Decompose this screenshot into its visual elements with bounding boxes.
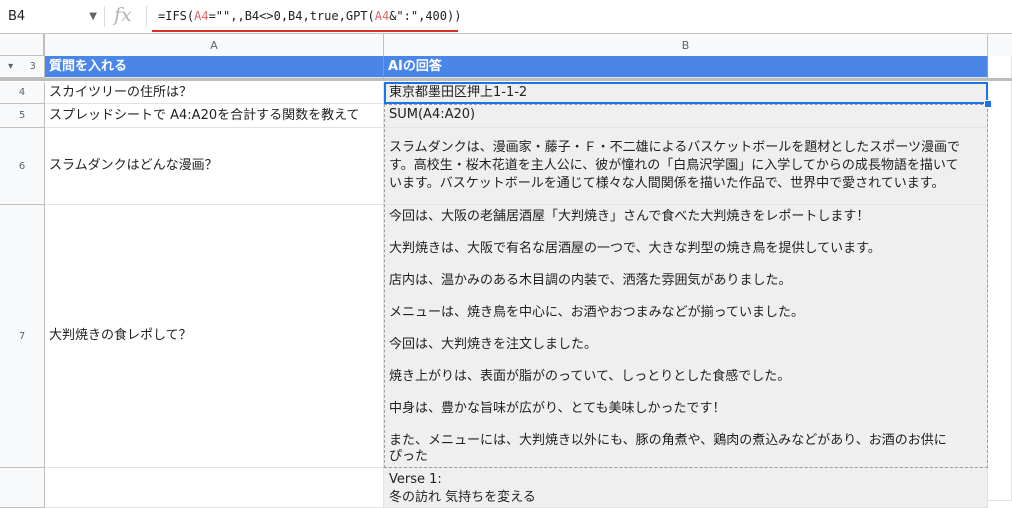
active-cell-selection[interactable]: [384, 82, 988, 104]
frozen-row-divider[interactable]: [0, 78, 1012, 81]
cell-a[interactable]: 大判焼きの食レポして？: [45, 205, 384, 468]
header-cell-b[interactable]: AIの回答: [384, 56, 988, 78]
row-header[interactable]: 7: [0, 205, 45, 468]
copy-range-outline: [384, 104, 988, 468]
select-all-corner[interactable]: [0, 34, 45, 56]
fx-icon: fx: [114, 4, 132, 26]
chevron-down-icon[interactable]: ▼: [89, 11, 103, 22]
formula-input[interactable]: =IFS(A4="",,B4<>0,B4,true,GPT(A4&":",400…: [158, 9, 461, 23]
formula-cell-reference: A4: [374, 9, 390, 23]
formula-text: &":",400)): [389, 9, 462, 23]
cell-a[interactable]: スプレッドシートで A4:A20を合計する関数を教えて: [45, 104, 384, 128]
row-header[interactable]: [0, 468, 45, 508]
formula-bar: B4 ▼ fx =IFS(A4="",,B4<>0,B4,true,GPT(A4…: [0, 0, 1012, 34]
header-cell-a[interactable]: 質問を入れる: [45, 56, 384, 78]
fill-handle[interactable]: [984, 100, 992, 108]
empty-column-c[interactable]: [988, 56, 1012, 501]
formula-underline: [152, 30, 458, 32]
formula-cell-reference: A4: [194, 9, 209, 23]
cell-a[interactable]: スラムダンクはどんな漫画？: [45, 128, 384, 205]
row-header[interactable]: 5: [0, 104, 45, 128]
row-header[interactable]: 6: [0, 128, 45, 205]
name-box[interactable]: B4 ▼: [0, 4, 103, 29]
column-header-a[interactable]: A: [45, 34, 384, 56]
cell-a[interactable]: スカイツリーの住所は？: [45, 82, 384, 104]
row-header[interactable]: ▾ 3: [0, 56, 45, 78]
cell-text-line: 冬の訪れ 気持ちを変える: [389, 490, 536, 505]
formula-text: ="",,B4<>0,B4,true,GPT(: [208, 9, 375, 23]
divider: [146, 6, 147, 27]
cell-text-line: Verse 1:: [389, 472, 442, 487]
row-header[interactable]: 4: [0, 82, 45, 104]
name-box-cell-ref: B4: [8, 9, 26, 24]
row-number: 3: [29, 61, 36, 72]
cell-b[interactable]: Verse 1: 冬の訪れ 気持ちを変える: [384, 468, 988, 508]
row-group-icon[interactable]: ▾: [8, 61, 13, 72]
column-header-b[interactable]: B: [384, 34, 988, 56]
cell-a[interactable]: [45, 468, 384, 508]
formula-text: =IFS(: [158, 9, 195, 23]
divider: [104, 6, 105, 27]
